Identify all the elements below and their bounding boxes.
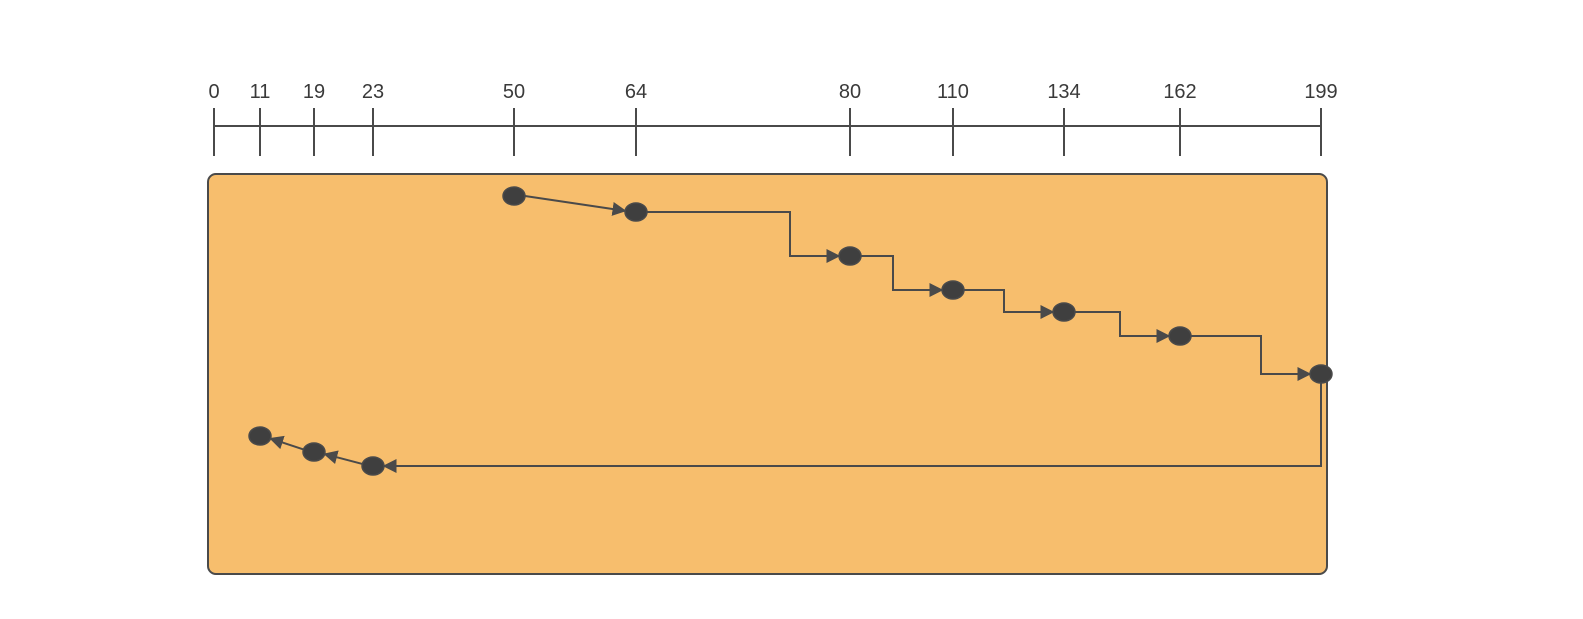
track-node-11	[249, 427, 271, 445]
tick-label-64: 64	[625, 81, 647, 103]
tick-label-23: 23	[362, 81, 384, 103]
scan-panel	[208, 174, 1327, 574]
track-node-19	[303, 443, 325, 461]
track-node-110	[942, 281, 964, 299]
tick-label-11: 11	[250, 81, 271, 103]
track-node-134	[1053, 303, 1075, 321]
track-node-80	[839, 247, 861, 265]
tick-label-134: 134	[1047, 81, 1080, 103]
track-node-64	[625, 203, 647, 221]
tick-label-19: 19	[303, 81, 325, 103]
track-node-199	[1310, 365, 1332, 383]
tick-label-110: 110	[937, 81, 969, 103]
tick-label-0: 0	[208, 81, 219, 103]
track-node-162	[1169, 327, 1191, 345]
track-node-23	[362, 457, 384, 475]
tick-label-50: 50	[503, 81, 525, 103]
disk-scheduling-diagram: 0 11 19 23 50 64 80 110 134 162 199	[0, 0, 1583, 619]
track-node-50	[503, 187, 525, 205]
tick-label-162: 162	[1163, 81, 1196, 103]
track-axis: 0 11 19 23 50 64 80 110 134 162 199	[208, 81, 1337, 156]
tick-label-199: 199	[1304, 81, 1337, 103]
tick-label-80: 80	[839, 81, 861, 103]
